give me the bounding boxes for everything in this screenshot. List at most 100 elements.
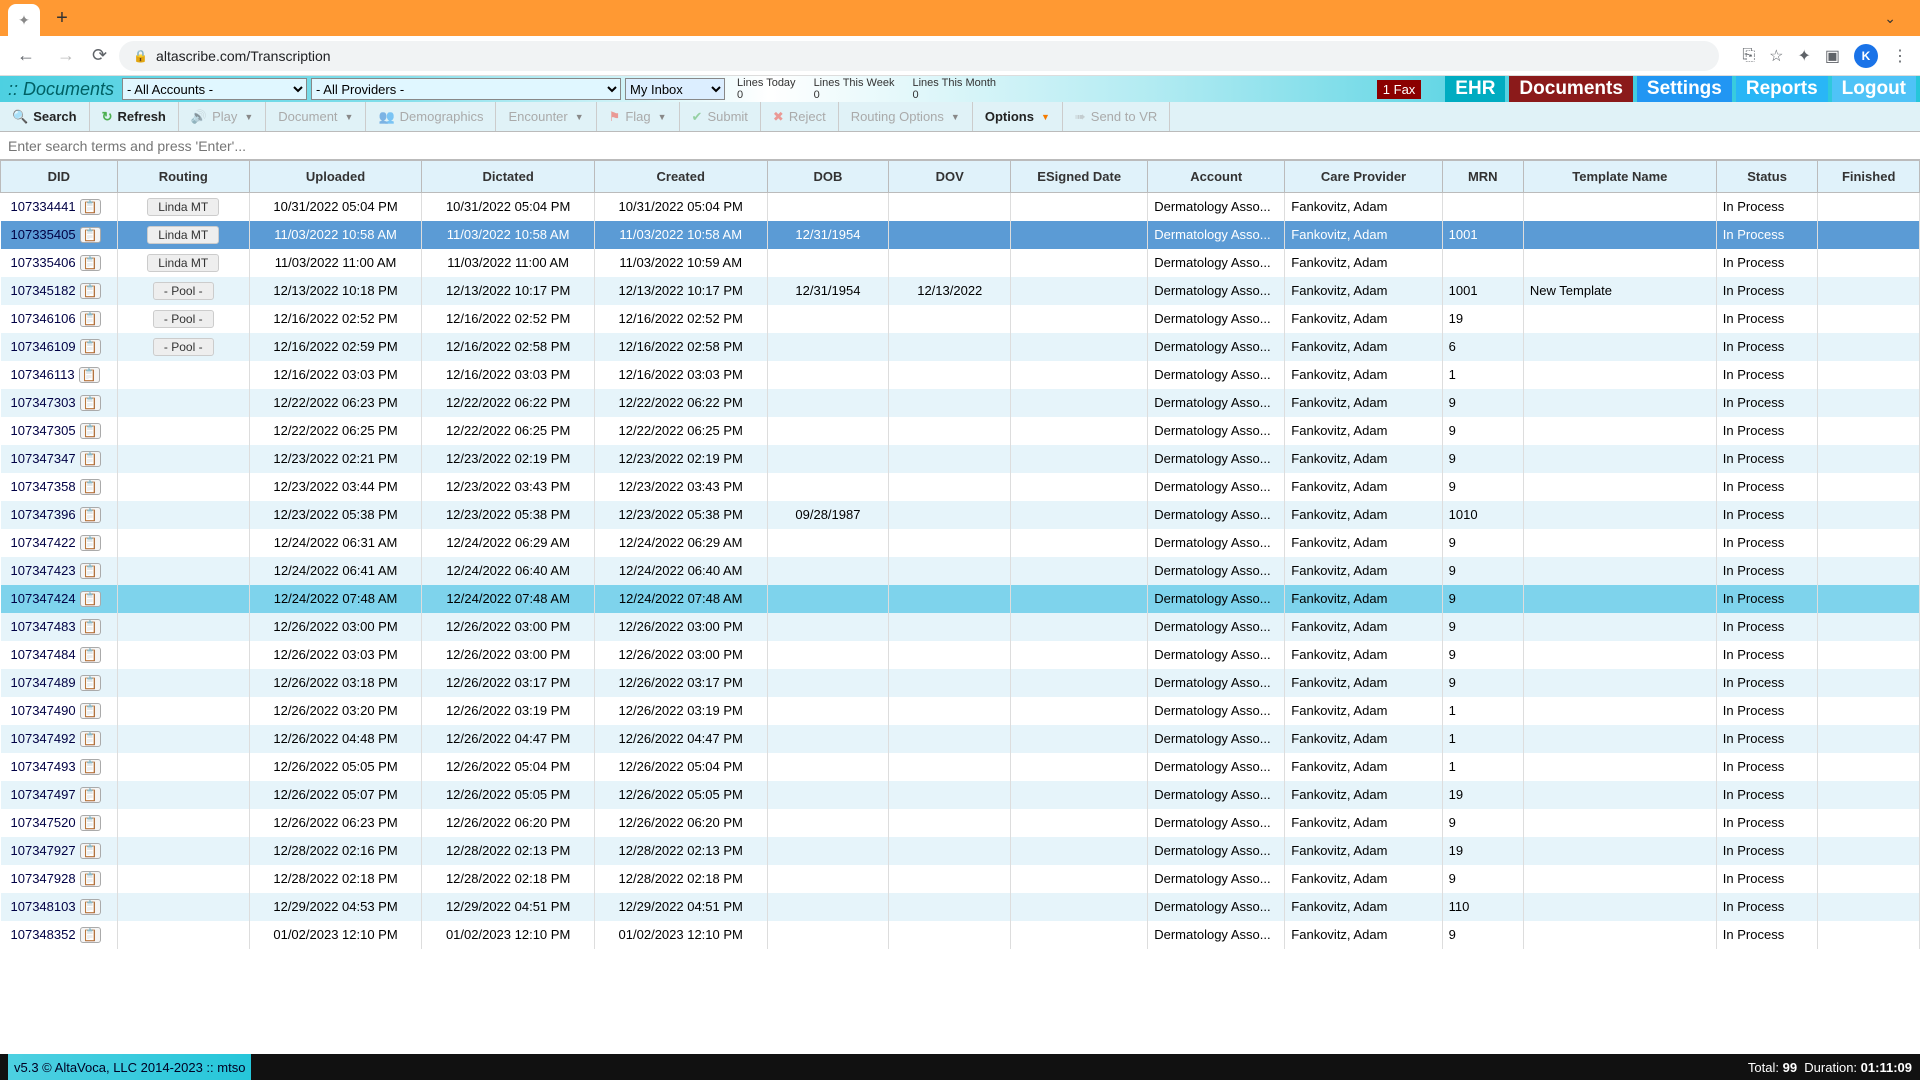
table-row[interactable]: 107348103📋12/29/2022 04:53 PM12/29/2022 … [1, 893, 1920, 921]
table-row[interactable]: 107347396📋12/23/2022 05:38 PM12/23/2022 … [1, 501, 1920, 529]
panel-icon[interactable]: ▣ [1825, 46, 1840, 66]
nav-ehr[interactable]: EHR [1445, 76, 1505, 102]
table-row[interactable]: 107347489📋12/26/2022 03:18 PM12/26/2022 … [1, 669, 1920, 697]
routing-chip[interactable]: Linda MT [147, 254, 219, 272]
table-row[interactable]: 107347484📋12/26/2022 03:03 PM12/26/2022 … [1, 641, 1920, 669]
accounts-select[interactable]: - All Accounts - [122, 78, 307, 100]
table-row[interactable]: 107347423📋12/24/2022 06:41 AM12/24/2022 … [1, 557, 1920, 585]
table-row[interactable]: 107347483📋12/26/2022 03:00 PM12/26/2022 … [1, 613, 1920, 641]
toolbar-submit[interactable]: ✔Submit [680, 102, 761, 131]
column-header[interactable]: Uploaded [249, 161, 422, 193]
clipboard-icon[interactable]: 📋 [80, 927, 101, 943]
toolbar-play[interactable]: 🔊Play▼ [179, 102, 266, 131]
table-row[interactable]: 107334441📋Linda MT10/31/2022 05:04 PM10/… [1, 193, 1920, 221]
toolbar-document[interactable]: Document▼ [266, 102, 366, 131]
column-header[interactable]: Account [1148, 161, 1285, 193]
column-header[interactable]: Finished [1818, 161, 1920, 193]
column-header[interactable]: MRN [1442, 161, 1523, 193]
toolbar-refresh[interactable]: ↻Refresh [90, 102, 179, 131]
table-row[interactable]: 107347422📋12/24/2022 06:31 AM12/24/2022 … [1, 529, 1920, 557]
browser-tab[interactable]: ✦ [8, 4, 40, 36]
clipboard-icon[interactable]: 📋 [80, 535, 101, 551]
nav-reports[interactable]: Reports [1736, 76, 1828, 102]
nav-documents[interactable]: Documents [1509, 76, 1632, 102]
clipboard-icon[interactable]: 📋 [80, 703, 101, 719]
clipboard-icon[interactable]: 📋 [80, 283, 101, 299]
routing-chip[interactable]: - Pool - [153, 310, 214, 328]
table-row[interactable]: 107346109📋- Pool -12/16/2022 02:59 PM12/… [1, 333, 1920, 361]
chevron-down-icon[interactable]: ⌄ [1884, 10, 1896, 27]
back-button[interactable]: ← [12, 42, 40, 70]
clipboard-icon[interactable]: 📋 [80, 563, 101, 579]
clipboard-icon[interactable]: 📋 [80, 731, 101, 747]
new-tab-button[interactable]: + [48, 4, 76, 32]
clipboard-icon[interactable]: 📋 [80, 675, 101, 691]
clipboard-icon[interactable]: 📋 [80, 199, 101, 215]
table-row[interactable]: 107347303📋12/22/2022 06:23 PM12/22/2022 … [1, 389, 1920, 417]
table-row[interactable]: 107347928📋12/28/2022 02:18 PM12/28/2022 … [1, 865, 1920, 893]
toolbar-search[interactable]: 🔍Search [0, 102, 90, 131]
table-row[interactable]: 107347497📋12/26/2022 05:07 PM12/26/2022 … [1, 781, 1920, 809]
column-header[interactable]: Created [594, 161, 767, 193]
clipboard-icon[interactable]: 📋 [80, 591, 101, 607]
column-header[interactable]: Status [1716, 161, 1818, 193]
clipboard-icon[interactable]: 📋 [80, 423, 101, 439]
table-row[interactable]: 107347305📋12/22/2022 06:25 PM12/22/2022 … [1, 417, 1920, 445]
extensions-icon[interactable]: ✦ [1797, 46, 1810, 66]
routing-chip[interactable]: - Pool - [153, 338, 214, 356]
providers-select[interactable]: - All Providers - [311, 78, 621, 100]
column-header[interactable]: DID [1, 161, 118, 193]
clipboard-icon[interactable]: 📋 [80, 619, 101, 635]
table-row[interactable]: 107347347📋12/23/2022 02:21 PM12/23/2022 … [1, 445, 1920, 473]
clipboard-icon[interactable]: 📋 [80, 871, 101, 887]
clipboard-icon[interactable]: 📋 [80, 479, 101, 495]
clipboard-icon[interactable]: 📋 [80, 311, 101, 327]
clipboard-icon[interactable]: 📋 [80, 451, 101, 467]
clipboard-icon[interactable]: 📋 [80, 507, 101, 523]
routing-chip[interactable]: Linda MT [147, 226, 219, 244]
nav-logout[interactable]: Logout [1832, 76, 1916, 102]
profile-avatar[interactable]: K [1854, 44, 1878, 68]
search-input[interactable] [0, 132, 1920, 159]
fax-badge[interactable]: 1 Fax [1377, 80, 1422, 99]
clipboard-icon[interactable]: 📋 [79, 367, 100, 383]
table-row[interactable]: 107335405📋Linda MT11/03/2022 10:58 AM11/… [1, 221, 1920, 249]
table-row[interactable]: 107346106📋- Pool -12/16/2022 02:52 PM12/… [1, 305, 1920, 333]
install-icon[interactable]: ⎘ [1742, 47, 1755, 65]
table-row[interactable]: 107335406📋Linda MT11/03/2022 11:00 AM11/… [1, 249, 1920, 277]
clipboard-icon[interactable]: 📋 [80, 843, 101, 859]
toolbar-routing[interactable]: Routing Options▼ [839, 102, 973, 131]
table-row[interactable]: 107348352📋01/02/2023 12:10 PM01/02/2023 … [1, 921, 1920, 949]
clipboard-icon[interactable]: 📋 [80, 899, 101, 915]
clipboard-icon[interactable]: 📋 [80, 815, 101, 831]
table-row[interactable]: 107345182📋- Pool -12/13/2022 10:18 PM12/… [1, 277, 1920, 305]
table-row[interactable]: 107347358📋12/23/2022 03:44 PM12/23/2022 … [1, 473, 1920, 501]
clipboard-icon[interactable]: 📋 [80, 395, 101, 411]
toolbar-reject[interactable]: ✖Reject [761, 102, 839, 131]
clipboard-icon[interactable]: 📋 [80, 647, 101, 663]
nav-settings[interactable]: Settings [1637, 76, 1732, 102]
table-row[interactable]: 107347424📋12/24/2022 07:48 AM12/24/2022 … [1, 585, 1920, 613]
forward-button[interactable]: → [52, 42, 80, 70]
table-row[interactable]: 107347493📋12/26/2022 05:05 PM12/26/2022 … [1, 753, 1920, 781]
clipboard-icon[interactable]: 📋 [80, 227, 101, 243]
toolbar-sendvr[interactable]: ➠Send to VR [1063, 102, 1170, 131]
toolbar-options[interactable]: Options▼ [973, 102, 1063, 131]
reload-button[interactable]: ⟳ [92, 45, 107, 66]
column-header[interactable]: Template Name [1523, 161, 1716, 193]
clipboard-icon[interactable]: 📋 [80, 255, 101, 271]
table-row[interactable]: 107347520📋12/26/2022 06:23 PM12/26/2022 … [1, 809, 1920, 837]
table-row[interactable]: 107346113📋12/16/2022 03:03 PM12/16/2022 … [1, 361, 1920, 389]
column-header[interactable]: ESigned Date [1011, 161, 1148, 193]
clipboard-icon[interactable]: 📋 [80, 339, 101, 355]
column-header[interactable]: Dictated [422, 161, 595, 193]
column-header[interactable]: Care Provider [1285, 161, 1442, 193]
clipboard-icon[interactable]: 📋 [80, 759, 101, 775]
toolbar-demographics[interactable]: 👥Demographics [366, 102, 496, 131]
clipboard-icon[interactable]: 📋 [80, 787, 101, 803]
url-input[interactable]: 🔒 altascribe.com/Transcription [119, 41, 1719, 71]
table-row[interactable]: 107347927📋12/28/2022 02:16 PM12/28/2022 … [1, 837, 1920, 865]
column-header[interactable]: DOB [767, 161, 889, 193]
column-header[interactable]: Routing [117, 161, 249, 193]
routing-chip[interactable]: - Pool - [153, 282, 214, 300]
